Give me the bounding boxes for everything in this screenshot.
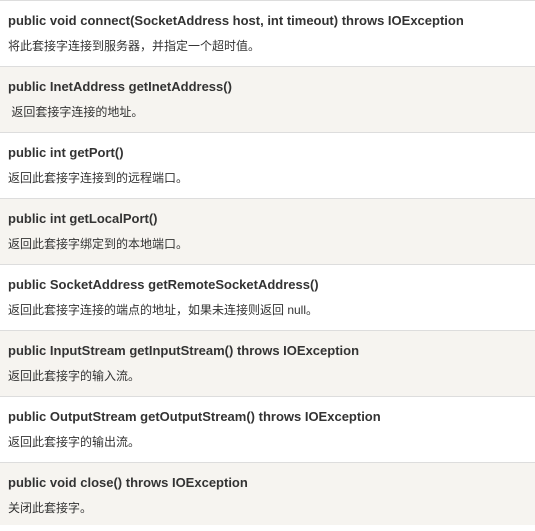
method-signature: public InputStream getInputStream() thro… xyxy=(8,343,360,358)
method-description: 返回此套接字的输入流。 xyxy=(8,369,141,383)
method-signature: public SocketAddress getRemoteSocketAddr… xyxy=(8,277,319,292)
method-description: 返回此套接字绑定到的本地端口。 xyxy=(8,237,189,251)
method-table: public void connect(SocketAddress host, … xyxy=(0,0,535,525)
method-row: public SocketAddress getRemoteSocketAddr… xyxy=(0,265,535,331)
method-description: 关闭此套接字。 xyxy=(8,501,93,515)
method-signature: public void connect(SocketAddress host, … xyxy=(8,13,464,28)
method-row: public int getPort() 返回此套接字连接到的远程端口。 xyxy=(0,133,535,199)
method-row: public void connect(SocketAddress host, … xyxy=(0,1,535,67)
method-description: 返回套接字连接的地址。 xyxy=(8,105,144,119)
method-description: 将此套接字连接到服务器，并指定一个超时值。 xyxy=(8,39,261,53)
method-row: public void close() throws IOException 关… xyxy=(0,463,535,525)
method-row: public InetAddress getInetAddress() 返回套接… xyxy=(0,67,535,133)
method-description: 返回此套接字连接的端点的地址，如果未连接则返回 null。 xyxy=(8,303,319,317)
method-signature: public InetAddress getInetAddress() xyxy=(8,79,232,94)
method-description: 返回此套接字连接到的远程端口。 xyxy=(8,171,189,185)
method-row: public int getLocalPort() 返回此套接字绑定到的本地端口… xyxy=(0,199,535,265)
method-signature: public void close() throws IOException xyxy=(8,475,248,490)
method-signature: public OutputStream getOutputStream() th… xyxy=(8,409,381,424)
method-signature: public int getPort() xyxy=(8,145,124,160)
method-row: public OutputStream getOutputStream() th… xyxy=(0,397,535,463)
method-signature: public int getLocalPort() xyxy=(8,211,158,226)
method-description: 返回此套接字的输出流。 xyxy=(8,435,141,449)
method-row: public InputStream getInputStream() thro… xyxy=(0,331,535,397)
